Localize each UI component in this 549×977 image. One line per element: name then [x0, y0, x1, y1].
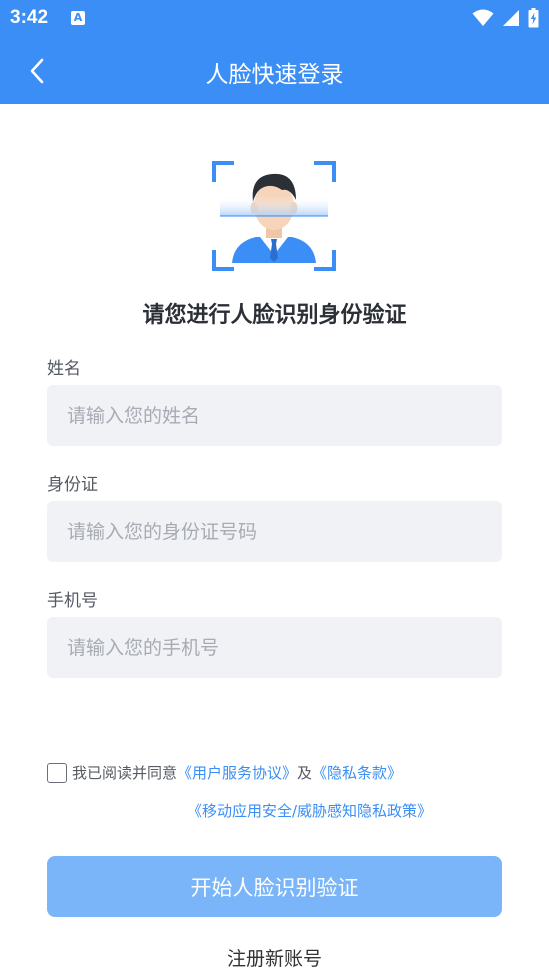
name-input[interactable]: [47, 385, 502, 446]
privacy-terms-link[interactable]: 《隐私条款》: [312, 762, 402, 783]
id-card-input[interactable]: [47, 501, 502, 562]
start-button-label: 开始人脸识别验证: [190, 875, 359, 900]
agreement-prefix: 我已阅读并同意: [72, 764, 178, 782]
status-time: 3:42: [10, 7, 49, 28]
phone-label: 手机号: [47, 591, 98, 611]
status-icons: [472, 8, 539, 28]
start-face-verification-button[interactable]: 开始人脸识别验证: [47, 856, 502, 917]
verification-heading: 请您进行人脸识别身份验证: [142, 303, 407, 328]
wifi-icon: [472, 9, 494, 26]
signal-icon: [503, 10, 519, 26]
id-card-label: 身份证: [47, 475, 98, 495]
title-bar: 人脸快速登录: [0, 38, 549, 104]
mobile-privacy-policy-link[interactable]: 《移动应用安全/威胁感知隐私政策》: [0, 800, 549, 821]
agreement-and: 及: [297, 764, 313, 782]
status-bar: 3:42 A: [0, 0, 549, 38]
page-title: 人脸快速登录: [205, 62, 344, 88]
register-new-account-link[interactable]: 注册新账号: [0, 944, 549, 971]
face-scan-icon: [212, 161, 336, 271]
notification-a-icon: A: [71, 11, 85, 25]
service-agreement-link[interactable]: 《用户服务协议》: [177, 762, 297, 783]
agreement-row: 我已阅读并同意 《用户服务协议》 及 《隐私条款》: [47, 762, 402, 783]
name-label: 姓名: [47, 359, 81, 379]
phone-input[interactable]: [47, 617, 502, 678]
agreement-checkbox[interactable]: [47, 762, 67, 783]
battery-charging-icon: [528, 8, 539, 28]
